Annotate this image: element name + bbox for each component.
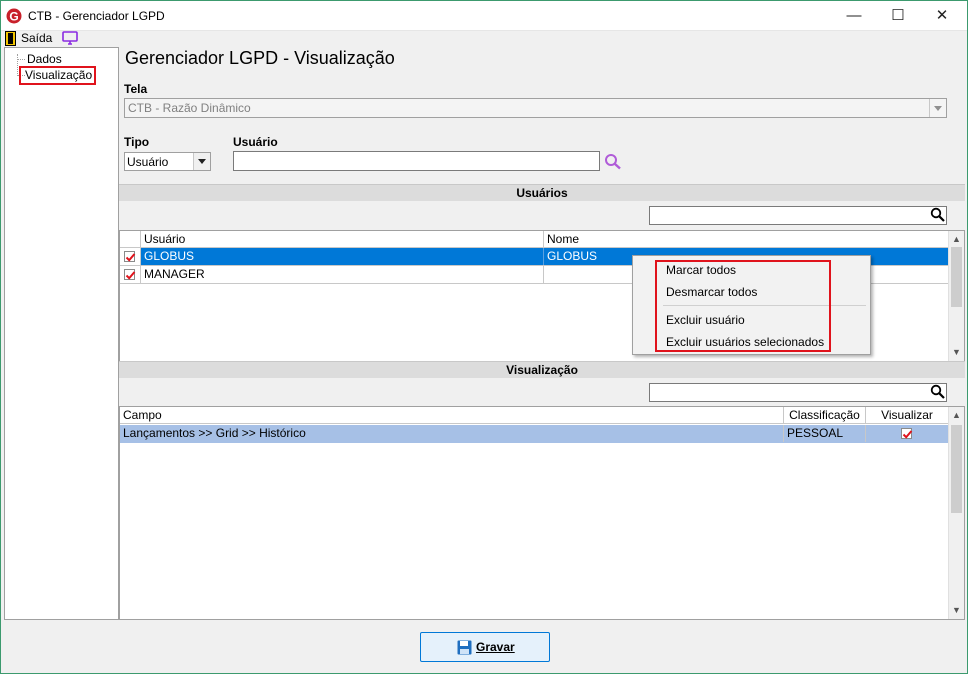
scroll-up-icon[interactable]: ▲: [952, 410, 961, 420]
title-bar: G CTB - Gerenciador LGPD — ☐ ✕: [1, 1, 967, 31]
users-scrollbar[interactable]: ▲ ▼: [948, 231, 964, 361]
page-title: Gerenciador LGPD - Visualização: [125, 48, 395, 68]
svg-text:G: G: [9, 10, 18, 24]
view-grid: Campo Classificação Visualizar Lançament…: [119, 406, 965, 620]
cell-field: Lançamentos >> Grid >> Histórico: [120, 425, 784, 442]
user-label: Usuário: [233, 135, 278, 149]
view-filter-input[interactable]: [649, 383, 947, 402]
search-user-icon[interactable]: [604, 153, 622, 170]
cell-user: GLOBUS: [141, 248, 544, 265]
row-checkbox[interactable]: [124, 251, 136, 262]
grid-header-name[interactable]: Nome: [544, 231, 948, 248]
cell-visualize: [866, 425, 948, 443]
row-check-cell: [120, 266, 141, 283]
monitor-icon[interactable]: [62, 31, 78, 46]
table-row[interactable]: Lançamentos >> Grid >> Histórico PESSOAL: [120, 425, 948, 443]
exit-menu-label[interactable]: Saída: [21, 31, 52, 46]
chevron-down-icon[interactable]: [193, 153, 210, 170]
type-label: Tipo: [124, 135, 150, 149]
grid-header-visualize[interactable]: Visualizar: [866, 407, 948, 424]
view-section-header: Visualização: [119, 361, 965, 378]
type-select-value: Usuário: [127, 155, 169, 169]
scroll-down-icon[interactable]: ▼: [952, 605, 961, 615]
menu-bar: Saída: [1, 31, 967, 47]
tree-line: [17, 59, 25, 60]
floppy-disk-icon: [457, 640, 472, 655]
sidebar-item-visualizacao[interactable]: Visualização: [19, 66, 96, 85]
close-button[interactable]: ✕: [919, 1, 965, 31]
grid-header-user[interactable]: Usuário: [141, 231, 544, 248]
view-scrollbar[interactable]: ▲ ▼: [948, 407, 964, 619]
chevron-down-icon[interactable]: [929, 99, 946, 117]
cell-user: MANAGER: [141, 266, 544, 283]
sidebar-tree: Dados Visualização: [4, 47, 119, 620]
context-menu: Marcar todos Desmarcar todos Excluir usu…: [632, 255, 871, 355]
window-title: CTB - Gerenciador LGPD: [28, 9, 165, 23]
row-checkbox[interactable]: [124, 269, 136, 280]
scroll-down-icon[interactable]: ▼: [952, 347, 961, 357]
app-window: G CTB - Gerenciador LGPD — ☐ ✕ Saída Dad…: [0, 0, 968, 674]
screen-combo[interactable]: CTB - Razão Dinâmico: [124, 98, 947, 118]
scroll-thumb[interactable]: [951, 247, 962, 307]
screen-label: Tela: [124, 82, 148, 96]
sidebar-item-dados[interactable]: Dados: [25, 52, 64, 67]
grid-header-classification[interactable]: Classificação: [784, 407, 866, 424]
maximize-button[interactable]: ☐: [875, 1, 921, 31]
visualize-checkbox[interactable]: [901, 428, 913, 439]
app-logo-icon: G: [6, 8, 22, 24]
user-input[interactable]: [233, 151, 600, 171]
search-icon[interactable]: [930, 207, 946, 223]
save-button[interactable]: Gravar: [420, 632, 550, 662]
type-select[interactable]: Usuário: [124, 152, 211, 171]
cell-classification: PESSOAL: [784, 425, 866, 442]
grid-header-field[interactable]: Campo: [120, 407, 784, 424]
users-filter-input[interactable]: [649, 206, 947, 225]
save-button-label: Gravar: [476, 640, 515, 654]
users-section-header: Usuários: [119, 184, 965, 201]
scroll-thumb[interactable]: [951, 425, 962, 513]
row-check-cell: [120, 248, 141, 265]
grid-header-check: [120, 231, 141, 248]
screen-combo-value: CTB - Razão Dinâmico: [128, 101, 251, 115]
minimize-button[interactable]: —: [831, 1, 877, 31]
highlight-box: [655, 260, 831, 352]
exit-door-icon[interactable]: [5, 31, 16, 46]
tree-line: [17, 54, 18, 74]
scroll-up-icon[interactable]: ▲: [952, 234, 961, 244]
search-icon[interactable]: [930, 384, 946, 400]
